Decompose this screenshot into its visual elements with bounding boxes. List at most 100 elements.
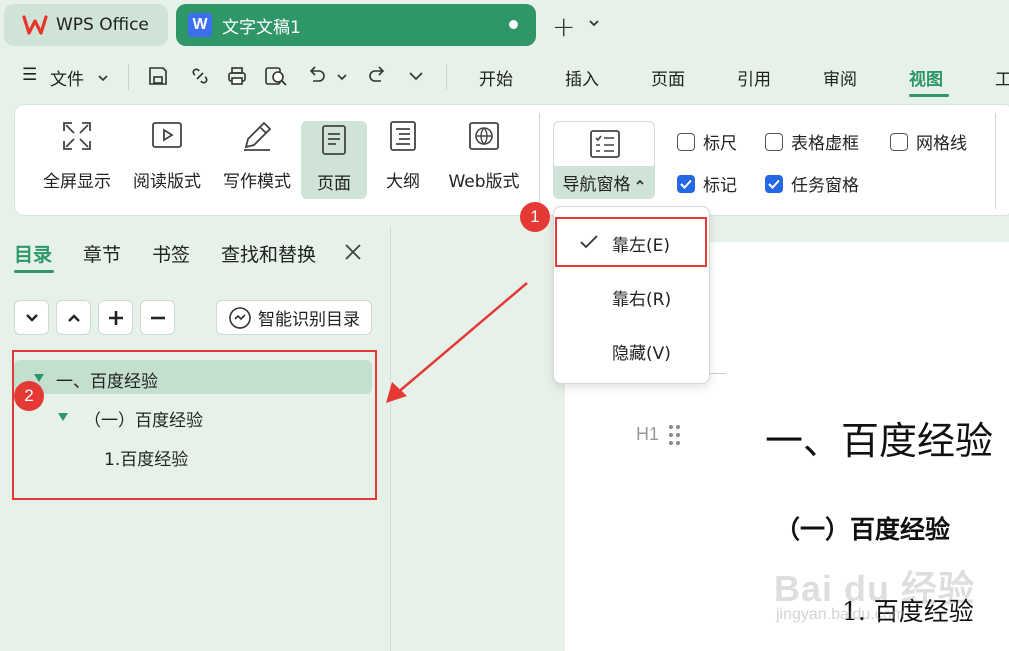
outline-icon bbox=[390, 121, 416, 151]
ribbon-panel: 全屏显示 阅读版式 写作模式 页面 大纲 Web版式 导航窗格 标尺 表格虚框 … bbox=[14, 104, 1009, 216]
chevron-down-icon[interactable] bbox=[588, 18, 600, 28]
tab-document-label: 文字文稿1 bbox=[222, 17, 301, 38]
table-gridlines-label: 表格虚框 bbox=[791, 134, 859, 154]
checkbox-checked-icon bbox=[677, 174, 695, 193]
task-pane-label: 任务窗格 bbox=[791, 176, 859, 196]
menu-tab-review[interactable]: 审阅 bbox=[823, 65, 857, 90]
reading-layout-icon bbox=[152, 122, 182, 148]
wps-logo-icon bbox=[22, 15, 48, 35]
outline-button[interactable]: 大纲 bbox=[379, 119, 427, 192]
save-icon[interactable] bbox=[147, 65, 169, 87]
ruler-checkbox[interactable]: 标尺 bbox=[677, 129, 737, 154]
annotation-badge-2: 2 bbox=[14, 381, 44, 411]
marks-checkbox[interactable]: 标记 bbox=[677, 171, 737, 196]
table-gridlines-checkbox[interactable]: 表格虚框 bbox=[765, 129, 859, 154]
smart-recognize-label: 智能识别目录 bbox=[258, 310, 360, 330]
marks-label: 标记 bbox=[703, 176, 737, 196]
menu-tab-tools[interactable]: 工 bbox=[995, 65, 1009, 90]
print-preview-icon[interactable] bbox=[264, 65, 288, 87]
page-view-label: 页面 bbox=[317, 174, 351, 194]
reading-layout-button[interactable]: 阅读版式 bbox=[129, 119, 205, 192]
undo-chevron-icon[interactable] bbox=[336, 72, 348, 82]
active-tab-underline bbox=[909, 94, 949, 97]
nav-pane-button[interactable]: 导航窗格 bbox=[553, 121, 655, 199]
divider bbox=[128, 64, 129, 90]
annotation-badge-1: 1 bbox=[520, 202, 550, 232]
print-icon[interactable] bbox=[226, 65, 248, 87]
task-pane-checkbox[interactable]: 任务窗格 bbox=[765, 171, 859, 196]
divider bbox=[539, 113, 540, 209]
expand-button[interactable] bbox=[56, 300, 91, 335]
nav-pane-icon bbox=[590, 130, 620, 158]
gridlines-label: 网格线 bbox=[916, 134, 967, 154]
menu-item-dock-right[interactable]: 靠右(R) bbox=[554, 277, 709, 317]
page-corner-marker bbox=[708, 340, 726, 374]
reading-layout-label: 阅读版式 bbox=[133, 172, 201, 192]
menu-bar: ☰ 文件 开始 插入 页面 引用 审阅 视图 工 bbox=[0, 56, 1009, 98]
checkbox-icon bbox=[765, 132, 783, 151]
close-icon[interactable] bbox=[344, 243, 362, 261]
writer-doc-icon: W bbox=[188, 13, 212, 37]
pen-icon bbox=[244, 121, 272, 151]
menu-tab-start[interactable]: 开始 bbox=[479, 65, 513, 90]
annotation-highlight-box-1 bbox=[555, 217, 707, 267]
ai-gauge-icon bbox=[229, 306, 251, 329]
page-view-button[interactable]: 页面 bbox=[301, 121, 367, 199]
nav-tab-toc[interactable]: 目录 bbox=[14, 240, 52, 267]
new-tab-plus-icon[interactable]: + bbox=[552, 10, 575, 43]
watermark-url: jingyan.baidu.com bbox=[776, 606, 905, 623]
tab-wps-label: WPS Office bbox=[56, 15, 149, 35]
gridlines-checkbox[interactable]: 网格线 bbox=[890, 129, 967, 154]
redo-icon[interactable] bbox=[366, 65, 388, 87]
collapse-button[interactable] bbox=[14, 300, 49, 335]
web-layout-label: Web版式 bbox=[448, 172, 520, 192]
chevron-up-icon bbox=[635, 179, 644, 185]
hide-label: 隐藏(V) bbox=[612, 343, 671, 364]
outline-label: 大纲 bbox=[386, 172, 420, 192]
checkbox-icon bbox=[890, 132, 908, 151]
nav-pane-label: 导航窗格 bbox=[562, 174, 631, 195]
menu-item-hide[interactable]: 隐藏(V) bbox=[554, 331, 709, 371]
tab-document[interactable]: W 文字文稿1 bbox=[176, 4, 536, 46]
chevron-down-icon bbox=[25, 313, 38, 322]
file-menu[interactable]: 文件 bbox=[50, 65, 84, 90]
divider bbox=[995, 113, 996, 209]
nav-tab-find-replace[interactable]: 查找和替换 bbox=[221, 240, 316, 267]
remove-heading-button[interactable] bbox=[140, 300, 175, 335]
heading-level-marker[interactable]: H1 bbox=[636, 424, 659, 445]
document-heading1[interactable]: 一、百度经验 bbox=[765, 410, 993, 465]
file-chevron-icon[interactable] bbox=[97, 73, 109, 83]
unsaved-dot-icon[interactable] bbox=[509, 20, 518, 29]
fullscreen-label: 全屏显示 bbox=[43, 172, 111, 192]
globe-icon bbox=[469, 122, 499, 150]
ruler-label: 标尺 bbox=[703, 134, 737, 154]
pane-divider[interactable] bbox=[390, 226, 391, 651]
tab-wps-office[interactable]: WPS Office bbox=[4, 4, 168, 46]
checkbox-checked-icon bbox=[765, 174, 783, 193]
minus-icon bbox=[150, 316, 165, 319]
more-chevron-icon[interactable] bbox=[408, 70, 424, 82]
fullscreen-button[interactable]: 全屏显示 bbox=[39, 119, 115, 192]
checkbox-icon bbox=[677, 132, 695, 151]
writing-mode-button[interactable]: 写作模式 bbox=[217, 119, 297, 192]
menu-tab-reference[interactable]: 引用 bbox=[737, 65, 771, 90]
writing-mode-label: 写作模式 bbox=[223, 172, 291, 192]
nav-tab-chapters[interactable]: 章节 bbox=[83, 240, 121, 267]
hamburger-icon[interactable]: ☰ bbox=[22, 65, 37, 85]
document-heading2[interactable]: （一）百度经验 bbox=[775, 510, 950, 546]
menu-tab-insert[interactable]: 插入 bbox=[565, 65, 599, 90]
fullscreen-icon bbox=[63, 122, 91, 150]
menu-tab-view[interactable]: 视图 bbox=[909, 65, 943, 90]
smart-recognize-toc-button[interactable]: 智能识别目录 bbox=[216, 300, 372, 335]
drag-handle-icon[interactable] bbox=[668, 424, 682, 446]
plus-icon bbox=[108, 310, 123, 325]
share-icon[interactable] bbox=[189, 65, 211, 87]
web-layout-button[interactable]: Web版式 bbox=[443, 119, 525, 192]
divider bbox=[446, 64, 447, 90]
menu-tab-page[interactable]: 页面 bbox=[651, 65, 685, 90]
nav-tab-bookmarks[interactable]: 书签 bbox=[152, 240, 190, 267]
undo-icon[interactable] bbox=[306, 65, 328, 87]
chevron-up-icon bbox=[67, 313, 80, 322]
nav-pane-dropdown[interactable]: 导航窗格 bbox=[554, 166, 654, 198]
add-heading-button[interactable] bbox=[98, 300, 133, 335]
